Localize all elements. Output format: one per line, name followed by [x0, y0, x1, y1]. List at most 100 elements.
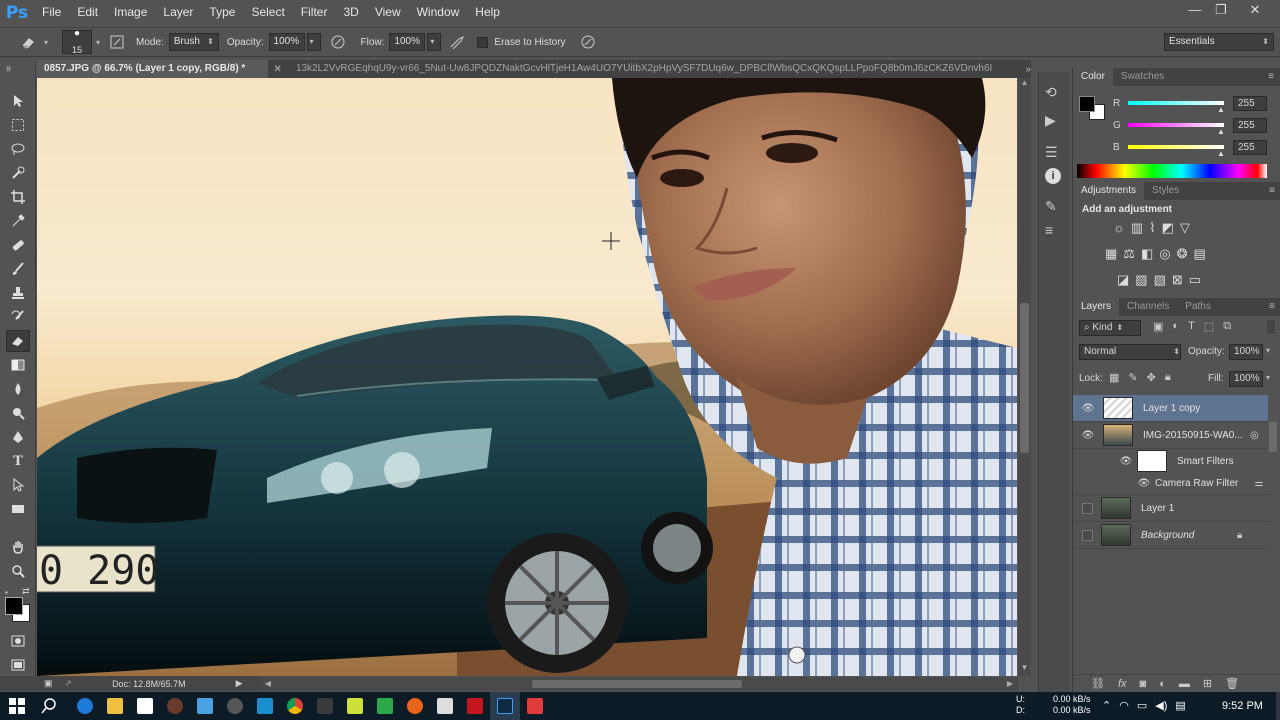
invert-icon[interactable]: ◪ [1117, 272, 1129, 288]
app-cyan-icon[interactable] [250, 692, 280, 720]
hue-saturation-icon[interactable]: ▦ [1105, 246, 1117, 262]
filter-mask-thumbnail[interactable] [1137, 450, 1167, 472]
media-app-icon[interactable] [220, 692, 250, 720]
photoshop-taskbar-icon[interactable] [490, 692, 520, 720]
properties-panel-icon[interactable]: ☰ [1045, 144, 1058, 161]
blend-mode-select[interactable]: Normal ⬍ [1079, 344, 1181, 360]
smart-object-filter-icon[interactable]: ⧉ [1223, 320, 1231, 333]
marquee-tool-icon[interactable] [6, 114, 30, 136]
gradient-tool-icon[interactable] [6, 354, 30, 376]
move-tool-icon[interactable] [6, 90, 30, 112]
menu-help[interactable]: Help [467, 0, 508, 25]
panel-menu-icon[interactable]: ≡ [1269, 182, 1275, 200]
wifi-icon[interactable]: ◠ [1119, 699, 1129, 712]
layer-filter-select[interactable]: ⌕ Kind ⬍ [1079, 320, 1141, 336]
history-brush-tool-icon[interactable] [6, 306, 30, 328]
green-slider[interactable] [1128, 123, 1224, 127]
shape-filter-icon[interactable]: ⬚ [1204, 320, 1214, 333]
tools-app-icon[interactable] [310, 692, 340, 720]
tab-inactive-document[interactable]: 13k2L2VvRGEqhqU9y-vr66_5Nut-Uw8JPQDZNakt… [288, 60, 1022, 78]
menu-image[interactable]: Image [106, 0, 155, 25]
menu-window[interactable]: Window [409, 0, 468, 25]
channel-mixer-icon[interactable]: ❂ [1177, 246, 1188, 262]
selective-color-icon[interactable]: ⊠ [1172, 272, 1183, 288]
adjustment-sliders-icon[interactable]: ≡ [1045, 222, 1053, 238]
blue-value-input[interactable]: 255 [1233, 140, 1267, 155]
info-panel-icon[interactable]: i [1045, 168, 1061, 184]
lock-image-icon[interactable]: ✎ [1128, 371, 1137, 384]
tab-channels[interactable]: Channels [1119, 298, 1177, 316]
slider-handle-icon[interactable]: ▲ [1217, 105, 1225, 114]
firefox-icon[interactable] [400, 692, 430, 720]
hand-tool-icon[interactable] [6, 536, 30, 558]
add-mask-icon[interactable]: ◙ [1140, 678, 1147, 690]
tab-adjustments[interactable]: Adjustments [1073, 182, 1145, 200]
app-blue-icon[interactable] [190, 692, 220, 720]
tab-styles[interactable]: Styles [1144, 182, 1187, 200]
posterize-icon[interactable]: ▨ [1135, 272, 1147, 288]
store-icon[interactable] [130, 692, 160, 720]
eraser-tool-preset-icon[interactable] [18, 32, 40, 52]
screen-mode-icon[interactable] [6, 654, 30, 676]
flow-slider-button[interactable]: ▾ [427, 33, 442, 51]
panel-menu-icon[interactable]: ≡ [1269, 298, 1275, 316]
healing-brush-tool-icon[interactable] [6, 234, 30, 256]
green-value-input[interactable]: 255 [1233, 118, 1267, 133]
windows-start-icon[interactable] [0, 692, 34, 720]
quick-selection-tool-icon[interactable] [6, 162, 30, 184]
quick-mask-icon[interactable] [6, 630, 30, 652]
lasso-tool-icon[interactable] [6, 138, 30, 160]
red-slider[interactable] [1128, 101, 1224, 105]
threshold-icon[interactable]: ▧ [1154, 272, 1166, 288]
close-tab-icon[interactable]: ✕ [274, 64, 282, 75]
tab-collapse-icon[interactable]: » [6, 62, 11, 72]
slider-handle-icon[interactable]: ▲ [1217, 127, 1225, 136]
visibility-eye-icon[interactable]: 👁︎ [1137, 477, 1151, 491]
fill-slider-button[interactable]: ▾ [1266, 373, 1270, 382]
tab-color[interactable]: Color [1073, 68, 1113, 86]
eraser-tool-icon[interactable] [6, 330, 30, 352]
action-center-icon[interactable]: ▤ [1175, 699, 1185, 712]
scroll-left-icon[interactable]: ◀ [262, 677, 274, 691]
type-filter-icon[interactable]: T [1188, 320, 1195, 333]
brush-size-picker[interactable]: ● 15 [62, 28, 93, 55]
airbrush-icon[interactable] [447, 32, 469, 52]
tool-preset-dropdown-icon[interactable]: ▾ [44, 38, 48, 47]
brightness-contrast-icon[interactable]: ☼ [1113, 220, 1125, 236]
blue-slider[interactable] [1128, 145, 1224, 149]
photo-filter-icon[interactable]: ◎ [1159, 246, 1170, 262]
game-app-icon[interactable] [160, 692, 190, 720]
brush-presets-icon[interactable]: ✎ [1045, 198, 1057, 215]
black-white-icon[interactable]: ◧ [1141, 246, 1153, 262]
menu-select[interactable]: Select [243, 0, 292, 25]
delete-layer-icon[interactable]: 🗑︎ [1225, 677, 1239, 690]
panel-menu-icon[interactable]: ≡ [1268, 68, 1274, 86]
scroll-up-icon[interactable]: ▲ [1018, 78, 1031, 90]
actions-panel-icon[interactable]: ▶ [1045, 112, 1056, 129]
tab-layers[interactable]: Layers [1073, 298, 1120, 316]
lock-transparent-icon[interactable]: ▦ [1109, 371, 1119, 384]
lock-position-icon[interactable]: ✥ [1147, 371, 1156, 384]
blur-tool-icon[interactable] [6, 378, 30, 400]
type-tool-icon[interactable]: T [6, 450, 30, 472]
layer-row-camera-raw-filter[interactable]: 👁︎ Camera Raw Filter ⚌ [1073, 473, 1268, 495]
file-explorer-icon[interactable] [100, 692, 130, 720]
close-button[interactable]: ✕ [1240, 0, 1270, 20]
fill-input[interactable]: 100% [1229, 371, 1263, 387]
tab-paths[interactable]: Paths [1177, 298, 1219, 316]
lock-all-icon[interactable]: 🔒︎ [1165, 371, 1171, 384]
menu-edit[interactable]: Edit [69, 0, 106, 25]
pressure-size-icon[interactable] [577, 32, 599, 52]
new-layer-icon[interactable]: ⊞ [1203, 677, 1212, 690]
link-layers-icon[interactable]: ⛓︎ [1091, 677, 1105, 690]
red-value-input[interactable]: 255 [1233, 96, 1267, 111]
visibility-eye-icon[interactable]: 👁︎ [1081, 428, 1095, 442]
path-selection-tool-icon[interactable] [6, 474, 30, 496]
layer-row-smart-object[interactable]: 👁︎ IMG-20150915-WA0... ◎ [1073, 422, 1268, 449]
vertical-scrollbar[interactable]: ▲ ▼ [1018, 78, 1031, 676]
new-group-icon[interactable]: ▬ [1179, 678, 1190, 690]
visibility-off-box[interactable] [1082, 529, 1093, 541]
app-red-icon[interactable] [520, 692, 550, 720]
adjustment-filter-icon[interactable]: ◐ [1172, 320, 1179, 333]
search-icon[interactable] [34, 692, 64, 720]
